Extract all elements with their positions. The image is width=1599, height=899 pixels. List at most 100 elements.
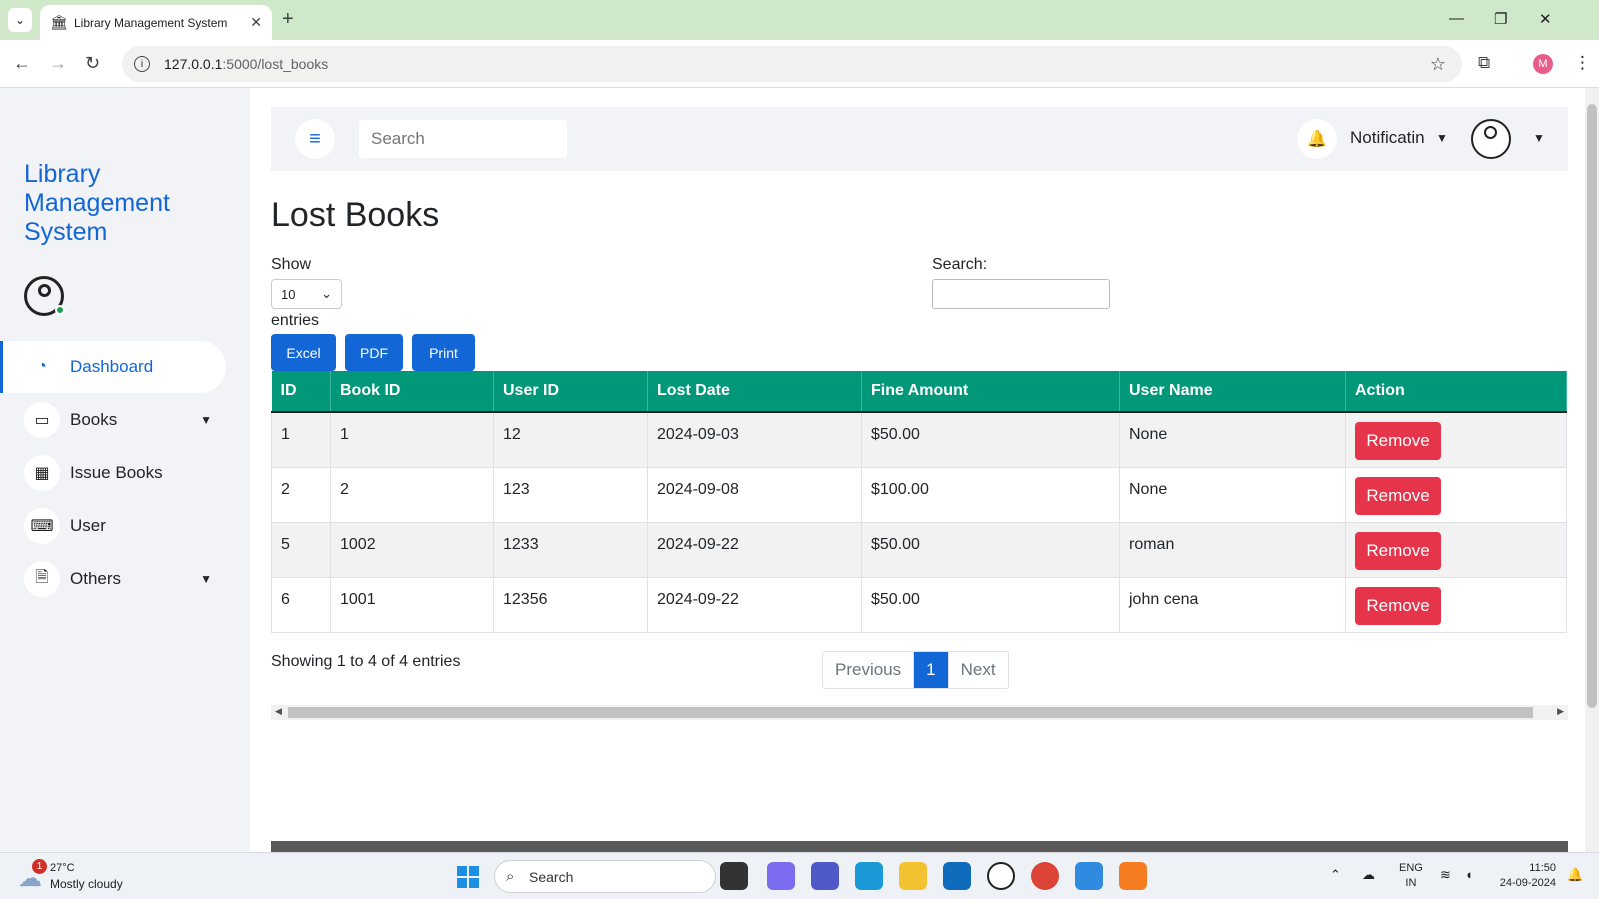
cell-action: Remove: [1345, 412, 1567, 468]
onedrive-icon[interactable]: ☁: [1362, 867, 1375, 883]
cell-fine-amount: $50.00: [861, 412, 1120, 468]
remove-button[interactable]: Remove: [1355, 476, 1441, 515]
online-status-icon: [55, 305, 65, 315]
user-avatar[interactable]: [1471, 119, 1511, 159]
remove-button[interactable]: Remove: [1355, 422, 1441, 460]
laptop-icon: ▭: [24, 402, 60, 438]
profile-avatar[interactable]: M: [1533, 54, 1553, 74]
cell-user-name: None: [1119, 412, 1346, 468]
system-clock[interactable]: 11:50 24-09-2024: [1494, 861, 1556, 891]
scrollbar-thumb[interactable]: [288, 707, 1533, 718]
cell-book-id: 1001: [330, 577, 494, 633]
chevron-down-icon: ⌄: [321, 286, 332, 301]
wifi-icon[interactable]: ≋: [1440, 867, 1451, 883]
column-header[interactable]: User ID: [493, 371, 648, 413]
cell-id: 1: [271, 412, 331, 468]
new-tab-icon[interactable]: +: [282, 8, 294, 31]
top-search-input[interactable]: [359, 120, 567, 158]
url-host: 127.0.0.1: [164, 56, 223, 72]
cell-book-id: 1: [330, 412, 494, 468]
reload-icon[interactable]: ↻: [85, 53, 100, 74]
weather-temperature[interactable]: 27°C: [50, 862, 75, 874]
page-title: Lost Books: [271, 196, 440, 234]
sidebar-item-books[interactable]: ▭ Books ▼: [0, 394, 226, 446]
column-header[interactable]: ID: [271, 371, 331, 413]
previous-page-button[interactable]: Previous: [823, 652, 915, 688]
cell-user-name: roman: [1119, 522, 1346, 578]
browser-menu-icon[interactable]: ⋮: [1574, 53, 1591, 73]
brand-title[interactable]: Library Management System: [24, 160, 224, 247]
horizontal-scrollbar[interactable]: ◀ ▶: [271, 705, 1568, 720]
next-page-button[interactable]: Next: [947, 652, 1008, 688]
forward-icon[interactable]: →: [49, 53, 67, 74]
sidebar-item-issue-books[interactable]: ▦ Issue Books: [0, 447, 226, 499]
chevron-up-icon[interactable]: ⌃: [1330, 867, 1341, 883]
bookmark-star-icon[interactable]: ☆: [1430, 54, 1446, 75]
scrollbar-thumb[interactable]: [1587, 104, 1597, 708]
windows-start-icon[interactable]: [457, 866, 479, 888]
outlook-icon[interactable]: [943, 862, 971, 890]
bell-icon[interactable]: 🔔: [1297, 119, 1337, 159]
column-header[interactable]: Lost Date: [647, 371, 862, 413]
remove-button[interactable]: Remove: [1355, 531, 1441, 570]
xampp-icon[interactable]: [1119, 862, 1147, 890]
pdf-button[interactable]: PDF: [345, 334, 403, 371]
minimize-icon[interactable]: —: [1449, 10, 1464, 27]
weather-description[interactable]: Mostly cloudy: [50, 877, 123, 891]
teams-icon[interactable]: [811, 862, 839, 890]
sidebar-item-label: Others: [70, 569, 122, 588]
chevron-down-icon[interactable]: ▼: [1533, 131, 1545, 145]
url-field[interactable]: i 127.0.0.1:5000/lost_books ☆: [122, 46, 1462, 82]
extensions-icon[interactable]: ⧉: [1478, 53, 1490, 73]
scroll-right-icon[interactable]: ▶: [1557, 706, 1564, 717]
column-header[interactable]: Fine Amount: [861, 371, 1120, 413]
column-header[interactable]: Action: [1345, 371, 1567, 413]
column-header[interactable]: Book ID: [330, 371, 494, 413]
vscode-icon[interactable]: [1075, 862, 1103, 890]
sidebar-item-label: Books: [70, 410, 118, 429]
browser-tab[interactable]: 🏛 Library Management System ✕: [40, 5, 272, 40]
table-search-input[interactable]: [932, 279, 1110, 309]
close-tab-icon[interactable]: ✕: [250, 14, 262, 31]
tab-search-icon[interactable]: ⌄: [8, 8, 32, 32]
print-button[interactable]: Print: [412, 334, 475, 371]
page-1-button[interactable]: 1: [914, 652, 948, 688]
sidebar-item-user[interactable]: ⌨ User: [0, 500, 226, 552]
remove-button[interactable]: Remove: [1355, 586, 1441, 625]
column-header[interactable]: User Name: [1119, 371, 1346, 413]
restore-icon[interactable]: ❐: [1494, 10, 1507, 28]
volume-icon[interactable]: ◖: [1465, 867, 1473, 882]
notification-bell-icon[interactable]: 🔔: [1567, 867, 1583, 883]
excel-button[interactable]: Excel: [271, 334, 336, 371]
cell-user-id: 1233: [493, 522, 648, 578]
language-indicator[interactable]: ENG IN: [1399, 861, 1423, 891]
cell-lost-date: 2024-09-22: [647, 522, 862, 578]
cell-user-id: 123: [493, 467, 648, 523]
vertical-scrollbar[interactable]: [1585, 88, 1599, 852]
task-view-icon[interactable]: [720, 862, 748, 890]
hamburger-menu-icon[interactable]: ≡: [295, 119, 335, 159]
sidebar-item-others[interactable]: 🗎 Others ▼: [0, 553, 226, 605]
table-header-row: ID Book ID User ID Lost Date Fine Amount…: [271, 371, 1567, 413]
file-explorer-icon[interactable]: [899, 862, 927, 890]
close-window-icon[interactable]: ✕: [1539, 10, 1552, 28]
sidebar-avatar[interactable]: [24, 276, 65, 316]
chevron-down-icon[interactable]: ▼: [1436, 131, 1448, 145]
browser-tab-strip: ⌄ 🏛 Library Management System ✕ + — ❐ ✕: [0, 0, 1599, 40]
page-length-value: 10: [281, 286, 296, 302]
sidebar-item-label: Dashboard: [70, 357, 154, 376]
edge-icon[interactable]: [855, 862, 883, 890]
dell-icon[interactable]: [987, 862, 1015, 890]
keyboard-icon: ⌨: [24, 508, 60, 544]
site-info-icon[interactable]: i: [134, 56, 150, 72]
cell-id: 5: [271, 522, 331, 578]
back-icon[interactable]: ←: [13, 53, 31, 74]
cell-book-id: 2: [330, 467, 494, 523]
chrome-icon[interactable]: [1031, 862, 1059, 890]
taskbar-search[interactable]: ⌕ Search: [494, 860, 716, 893]
scroll-left-icon[interactable]: ◀: [275, 706, 282, 717]
page-length-select[interactable]: 10 ⌄: [271, 279, 342, 309]
copilot-icon[interactable]: [767, 862, 795, 890]
notification-dropdown[interactable]: Notificatin: [1350, 128, 1425, 148]
sidebar-item-dashboard[interactable]: ◔ Dashboard: [0, 341, 226, 393]
